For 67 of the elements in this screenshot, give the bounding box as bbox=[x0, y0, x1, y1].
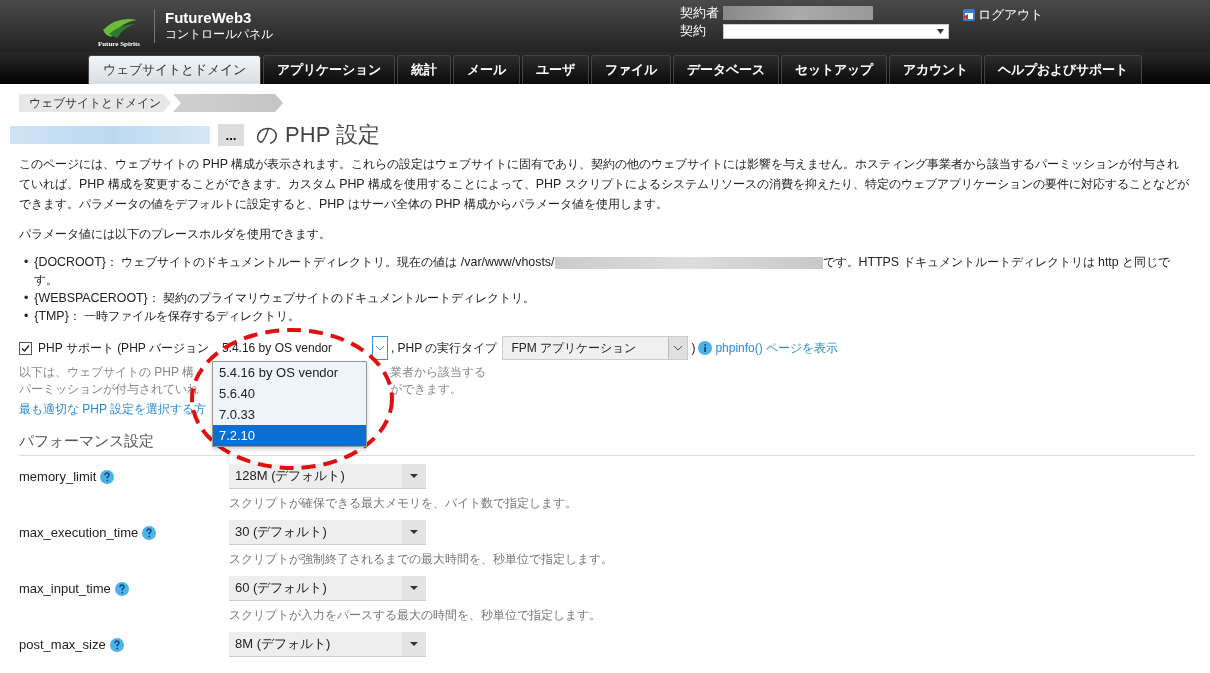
nav-tab[interactable]: アプリケーション bbox=[263, 55, 395, 84]
closing-paren: ) bbox=[691, 341, 696, 355]
logout-link[interactable]: ログアウト bbox=[978, 6, 1043, 24]
help-icon[interactable] bbox=[109, 637, 124, 652]
version-option[interactable]: 7.0.33 bbox=[212, 404, 366, 425]
nav-tab[interactable]: メール bbox=[453, 55, 520, 84]
intro-paragraph: このページには、ウェブサイトの PHP 構成が表示されます。これらの設定はウェブサイトに固有であり、契約の他のウェブサイトには影響を与えません。ホスティング事業者から該当するパーミッションが付与されていれば、PHP 構成を変更することができます。カスタム PHP 構成を使用することによって、PHP スクリプトによるシステムリソースの消費を抑えたり、特定のウェブアプリケーションの要件に対応することなどができます。パラメータの値をデフォルトに設定すると、PHP はサーバ全体の PHP 構成からパラメータ値を使用します。 bbox=[19, 156, 1190, 213]
php-mode-select[interactable]: FPM アプリケーション bbox=[502, 336, 689, 360]
note-text: 業者から該当する bbox=[390, 364, 486, 381]
nav-tab[interactable]: セットアップ bbox=[781, 55, 887, 84]
placeholder-item: {WEBSPACEROOT}： 契約のプライマリウェブサイトのドキュメントルートディレクトリ。 bbox=[34, 290, 537, 307]
setting-select[interactable]: 60 (デフォルト) bbox=[229, 576, 426, 601]
setting-select[interactable]: 30 (デフォルト) bbox=[229, 520, 426, 545]
placeholder-item: {DOCROOT}： ウェブサイトのドキュメントルートディレクトリ。現在の値は /var/www/vhosts/ です。HTTPS ドキュメントルートディレクトリは http と同じです。 bbox=[34, 254, 1172, 289]
subscription-label: 契約 bbox=[680, 22, 707, 40]
placeholders-intro: パラメータ値には以下のプレースホルダを使用できます。 bbox=[19, 226, 332, 243]
nav-tab[interactable]: ファイル bbox=[591, 55, 671, 84]
page-title: の PHP 設定 bbox=[256, 121, 381, 149]
nav-tab[interactable]: ヘルプおよびサポート bbox=[984, 55, 1142, 84]
php-support-checkbox[interactable] bbox=[19, 341, 32, 355]
product-subtitle: コントロールパネル bbox=[165, 26, 273, 43]
help-link[interactable]: 最も適切な PHP 設定を選択する方 bbox=[19, 402, 207, 416]
bullet: • bbox=[24, 254, 29, 271]
bullet: • bbox=[24, 290, 29, 307]
breadcrumb-item[interactable]: ウェブサイトとドメイン bbox=[19, 94, 171, 112]
dropdown-button[interactable] bbox=[371, 336, 388, 360]
setting-description: スクリプトが入力をパースする最大の時間を、秒単位で指定します。 bbox=[229, 607, 602, 624]
caret-icon bbox=[410, 530, 418, 534]
setting-label: max_input_time bbox=[19, 581, 111, 596]
version-option[interactable]: 7.2.10 bbox=[212, 425, 366, 446]
caret-icon bbox=[410, 642, 418, 646]
version-option[interactable]: 5.6.40 bbox=[212, 383, 366, 404]
logout-icon[interactable] bbox=[962, 8, 976, 22]
bullet: • bbox=[24, 308, 29, 325]
placeholder-item: {TMP}： 一時ファイルを保存するディレクトリ。 bbox=[34, 308, 302, 325]
nav-tab[interactable]: アカウント bbox=[889, 55, 982, 84]
caret-icon bbox=[410, 474, 418, 478]
caret-icon bbox=[410, 586, 418, 590]
note-text: パーミッションが付与されていれ bbox=[19, 381, 200, 398]
setting-description: スクリプトが確保できる最大メモリを、バイト数で指定します。 bbox=[229, 495, 578, 512]
owner-label: 契約者 bbox=[680, 4, 719, 22]
note-text: 以下は、ウェブサイトの PHP 構 bbox=[19, 364, 196, 381]
help-icon[interactable] bbox=[142, 525, 157, 540]
nav-tab[interactable]: ウェブサイトとドメイン bbox=[88, 55, 261, 84]
setting-select[interactable]: 8M (デフォルト) bbox=[229, 632, 426, 657]
more-button[interactable]: ... bbox=[218, 124, 244, 146]
info-icon bbox=[698, 341, 713, 355]
setting-select[interactable]: 128M (デフォルト) bbox=[229, 464, 426, 489]
caret-icon bbox=[375, 345, 384, 351]
caret-icon bbox=[674, 345, 683, 351]
version-option[interactable]: 5.4.16 by OS vendor bbox=[212, 362, 366, 383]
product-name: FutureWeb3 bbox=[165, 9, 253, 26]
help-icon[interactable] bbox=[114, 581, 129, 596]
phpinfo-link[interactable]: phpinfo() ページを表示 bbox=[715, 339, 839, 357]
nav-tab[interactable]: ユーザ bbox=[522, 55, 589, 84]
caret-icon bbox=[937, 28, 944, 34]
setting-label: max_execution_time bbox=[19, 525, 139, 540]
nav-tab[interactable]: データベース bbox=[673, 55, 779, 84]
setting-label: memory_limit bbox=[19, 469, 97, 484]
php-support-label: PHP サポート (PHP バージョン bbox=[38, 339, 209, 357]
php-mode-label: , PHP の実行タイプ bbox=[390, 339, 498, 357]
note-text: ができます。 bbox=[390, 381, 462, 398]
nav-tab[interactable]: 統計 bbox=[397, 55, 451, 84]
subscription-select[interactable] bbox=[723, 23, 949, 39]
help-icon[interactable] bbox=[100, 469, 115, 484]
setting-description: スクリプトが強制終了されるまでの最大時間を、秒単位で指定します。 bbox=[229, 551, 614, 568]
setting-label: post_max_size bbox=[19, 637, 106, 652]
